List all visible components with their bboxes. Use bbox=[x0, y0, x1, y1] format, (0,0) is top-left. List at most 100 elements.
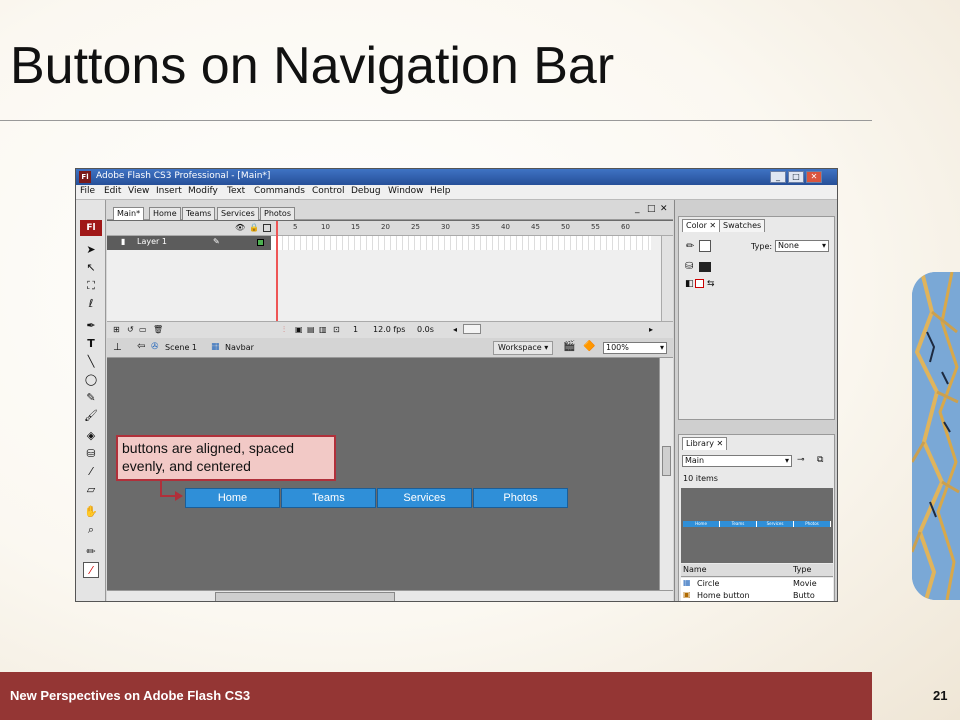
tab-main[interactable]: Main* bbox=[113, 207, 145, 220]
paint-bucket-icon[interactable]: ⛁ bbox=[685, 261, 693, 272]
stage-horizontal-scrollbar[interactable] bbox=[107, 590, 673, 601]
maximize-button[interactable]: □ bbox=[788, 171, 804, 183]
tab-swatches[interactable]: Swatches bbox=[719, 219, 766, 232]
title-divider bbox=[0, 120, 872, 121]
modify-markers-icon[interactable]: ⊡ bbox=[333, 325, 340, 334]
tab-color[interactable]: Color ✕ bbox=[682, 219, 721, 232]
menu-window[interactable]: Window bbox=[388, 186, 424, 196]
workspace-menu[interactable]: Workspace ▾ bbox=[493, 341, 554, 355]
doc-close-button[interactable]: ✕ bbox=[660, 204, 668, 214]
menu-help[interactable]: Help bbox=[430, 186, 451, 196]
oval-tool-icon[interactable]: ◯ bbox=[83, 372, 99, 388]
library-row[interactable]: ▦ Circle Movie bbox=[681, 578, 833, 590]
breadcrumb-symbol[interactable]: Navbar bbox=[225, 343, 254, 352]
new-library-panel-icon[interactable]: ⧉ bbox=[817, 455, 823, 465]
menu-insert[interactable]: Insert bbox=[156, 186, 182, 196]
selection-tool-icon[interactable]: ➤ bbox=[83, 242, 99, 258]
nav-button-photos[interactable]: Photos bbox=[473, 488, 568, 508]
free-transform-tool-icon[interactable]: ⛶ bbox=[83, 278, 99, 294]
tab-photos[interactable]: Photos bbox=[260, 207, 295, 220]
menu-debug[interactable]: Debug bbox=[351, 186, 381, 196]
add-folder-icon[interactable]: ▭ bbox=[139, 325, 147, 334]
playhead[interactable] bbox=[276, 221, 278, 321]
zoom-tool-icon[interactable]: ⌕ bbox=[83, 522, 99, 538]
scene-icon: ✇ bbox=[151, 342, 159, 352]
timeline-hscroll-thumb[interactable] bbox=[463, 324, 481, 334]
menu-view[interactable]: View bbox=[128, 186, 149, 196]
pencil-tool-icon[interactable]: ✎ bbox=[83, 390, 99, 406]
onion-skin-icon[interactable]: ▣ bbox=[295, 325, 303, 334]
zoom-value: 100% bbox=[606, 343, 629, 352]
layer-outline-color[interactable] bbox=[257, 239, 264, 246]
swap-colors-icon[interactable]: ⇆ bbox=[707, 279, 715, 289]
close-button[interactable]: ✕ bbox=[806, 171, 822, 183]
tab-library[interactable]: Library ✕ bbox=[682, 437, 728, 450]
scroll-right-icon[interactable]: ▸ bbox=[649, 325, 653, 334]
lock-icon[interactable]: 🔒 bbox=[249, 223, 259, 232]
back-arrow-icon[interactable]: ⇦ bbox=[137, 341, 145, 352]
delete-layer-icon[interactable]: 🗑 bbox=[153, 325, 163, 334]
menu-file[interactable]: File bbox=[80, 186, 95, 196]
eye-icon[interactable]: 👁 bbox=[235, 223, 245, 232]
eyedropper-tool-icon[interactable]: ⁄ bbox=[83, 464, 99, 480]
library-source-select[interactable]: Main ▾ bbox=[682, 455, 792, 467]
vscroll-thumb[interactable] bbox=[662, 446, 671, 476]
fill-swatch[interactable] bbox=[699, 240, 711, 252]
hand-tool-icon[interactable]: ✋ bbox=[83, 504, 99, 520]
tab-teams[interactable]: Teams bbox=[182, 207, 216, 220]
tab-services[interactable]: Services bbox=[217, 207, 259, 220]
fill-color-icon[interactable]: ⁄ bbox=[83, 562, 99, 578]
line-tool-icon[interactable]: ╲ bbox=[83, 354, 99, 370]
nav-button-teams[interactable]: Teams bbox=[281, 488, 376, 508]
edit-symbols-icon[interactable]: 🔶 bbox=[583, 341, 595, 352]
doc-minimize-button[interactable]: _ bbox=[635, 204, 640, 214]
timeline-layer-row[interactable]: ▮ Layer 1 ✎ bbox=[107, 236, 271, 250]
timeline-vscroll[interactable] bbox=[661, 236, 673, 321]
outline-icon[interactable] bbox=[263, 224, 271, 232]
pen-tool-icon[interactable]: ✒ bbox=[83, 318, 99, 334]
edit-multiple-frames-icon[interactable]: ▥ bbox=[319, 325, 327, 334]
menu-modify[interactable]: Modify bbox=[188, 186, 218, 196]
menu-edit[interactable]: Edit bbox=[104, 186, 121, 196]
nav-button-services[interactable]: Services bbox=[377, 488, 472, 508]
symbol-icon: ▦ bbox=[211, 342, 220, 352]
add-layer-icon[interactable]: ⊞ bbox=[113, 325, 120, 334]
stage-vertical-scrollbar[interactable] bbox=[659, 358, 673, 590]
stroke-color-icon[interactable]: ✏ bbox=[686, 241, 694, 252]
fill-color-chip[interactable] bbox=[699, 262, 711, 272]
zoom-select[interactable]: 100% ▾ bbox=[603, 342, 667, 354]
eraser-tool-icon[interactable]: ▱ bbox=[83, 482, 99, 498]
fill-type-select[interactable]: None ▾ bbox=[775, 240, 829, 252]
paint-bucket-tool-icon[interactable]: ⛁ bbox=[83, 446, 99, 462]
menu-control[interactable]: Control bbox=[312, 186, 345, 196]
timeline-frames[interactable] bbox=[271, 236, 651, 250]
menu-text[interactable]: Text bbox=[227, 186, 245, 196]
hscroll-thumb[interactable] bbox=[215, 592, 395, 601]
column-name[interactable]: Name bbox=[683, 565, 707, 574]
frame-number: 25 bbox=[411, 223, 420, 231]
ink-bottle-tool-icon[interactable]: ◈ bbox=[83, 428, 99, 444]
center-frame-icon[interactable]: ⫶ bbox=[283, 325, 285, 335]
text-tool-icon[interactable]: T bbox=[83, 336, 99, 352]
tab-home[interactable]: Home bbox=[149, 207, 181, 220]
stage[interactable]: buttons are aligned, spaced evenly, and … bbox=[107, 358, 659, 590]
pin-library-icon[interactable]: ⊸ bbox=[797, 455, 805, 465]
column-type[interactable]: Type bbox=[793, 565, 811, 574]
onion-outline-icon[interactable]: ▤ bbox=[307, 325, 315, 334]
black-white-icon[interactable]: ◧ bbox=[685, 279, 694, 289]
add-guide-icon[interactable]: ↺ bbox=[127, 325, 134, 334]
scroll-left-icon[interactable]: ◂ bbox=[453, 325, 457, 334]
doc-restore-button[interactable]: □ bbox=[647, 204, 656, 214]
timeline-toggle-icon[interactable]: ⊥ bbox=[113, 342, 122, 353]
no-color-icon[interactable] bbox=[695, 279, 704, 288]
library-row[interactable]: ▣ Home button Butto bbox=[681, 590, 833, 601]
lasso-tool-icon[interactable]: ℓ bbox=[83, 296, 99, 312]
edit-scene-icon[interactable]: 🎬 bbox=[563, 341, 575, 352]
menu-commands[interactable]: Commands bbox=[254, 186, 305, 196]
brush-tool-icon[interactable]: 🖌 bbox=[83, 408, 99, 424]
subselection-tool-icon[interactable]: ↖ bbox=[83, 260, 99, 276]
minimize-button[interactable]: _ bbox=[770, 171, 786, 183]
breadcrumb-scene[interactable]: Scene 1 bbox=[165, 343, 197, 352]
nav-button-home[interactable]: Home bbox=[185, 488, 280, 508]
stroke-color-icon[interactable]: ✏ bbox=[83, 544, 99, 560]
